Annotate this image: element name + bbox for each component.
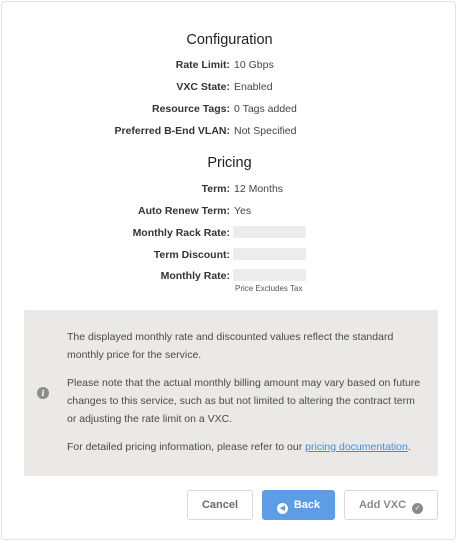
monthly-rate-label: Monthly Rate: bbox=[160, 270, 230, 282]
term-value: 12 Months bbox=[234, 183, 284, 195]
vxc-state-label: VXC State: bbox=[176, 81, 230, 93]
monthly-rack-rate-label: Monthly Rack Rate: bbox=[132, 227, 230, 239]
resource-tags-label: Resource Tags: bbox=[152, 103, 230, 115]
auto-renew-value: Yes bbox=[234, 205, 252, 217]
price-excludes-tax-note: Price Excludes Tax bbox=[235, 284, 303, 293]
term-discount-placeholder bbox=[233, 248, 306, 260]
info-icon: i bbox=[37, 387, 49, 399]
b-end-vlan-value: Not Specified bbox=[234, 125, 297, 137]
back-button-label: Back bbox=[293, 499, 321, 511]
pricing-info-box: i The displayed monthly rate and discoun… bbox=[24, 310, 438, 476]
vxc-state-value: Enabled bbox=[234, 81, 273, 93]
monthly-rate-placeholder bbox=[233, 269, 306, 281]
config-row-rate-limit: Rate Limit: 10 Gbps bbox=[2, 58, 457, 72]
cancel-button[interactable]: Cancel bbox=[187, 490, 253, 520]
b-end-vlan-label: Preferred B-End VLAN: bbox=[114, 125, 230, 137]
rate-limit-label: Rate Limit: bbox=[175, 59, 230, 71]
add-vxc-button[interactable]: Add VXC ✓ bbox=[344, 490, 438, 520]
info-paragraph-standard-price: The displayed monthly rate and discounte… bbox=[67, 331, 394, 361]
pricing-row-monthly-rack-rate: Monthly Rack Rate: bbox=[2, 226, 457, 240]
arrow-left-circle-icon: ◀ bbox=[276, 503, 288, 514]
pricing-row-term-discount: Term Discount: bbox=[2, 248, 457, 262]
info-doc-suffix: . bbox=[407, 441, 411, 453]
pricing-row-auto-renew: Auto Renew Term: Yes bbox=[2, 204, 457, 218]
auto-renew-label: Auto Renew Term: bbox=[138, 205, 230, 217]
configuration-title: Configuration bbox=[186, 32, 273, 48]
cancel-button-label: Cancel bbox=[201, 499, 239, 511]
back-button[interactable]: ◀ Back bbox=[262, 490, 335, 520]
pricing-row-term: Term: 12 Months bbox=[2, 182, 457, 196]
vxc-summary-panel: Configuration Rate Limit: 10 Gbps VXC St… bbox=[1, 1, 456, 540]
term-discount-label: Term Discount: bbox=[153, 249, 230, 261]
check-circle-icon: ✓ bbox=[412, 503, 424, 514]
resource-tags-value: 0 Tags added bbox=[234, 103, 297, 115]
config-row-resource-tags: Resource Tags: 0 Tags added bbox=[2, 102, 457, 116]
rate-limit-value: 10 Gbps bbox=[234, 59, 274, 71]
info-doc-prefix: For detailed pricing information, please… bbox=[67, 441, 306, 453]
pricing-row-monthly-rate: Monthly Rate: bbox=[2, 269, 457, 283]
pricing-title: Pricing bbox=[207, 155, 252, 171]
info-paragraph-billing-variance: Please note that the actual monthly bill… bbox=[67, 377, 421, 425]
term-label: Term: bbox=[201, 183, 230, 195]
config-row-vxc-state: VXC State: Enabled bbox=[2, 80, 457, 94]
config-row-b-end-vlan: Preferred B-End VLAN: Not Specified bbox=[2, 124, 457, 138]
add-vxc-button-label: Add VXC bbox=[358, 499, 407, 511]
info-paragraph-documentation: For detailed pricing information, please… bbox=[67, 438, 427, 456]
monthly-rack-rate-placeholder bbox=[233, 226, 306, 238]
pricing-documentation-link[interactable]: pricing documentation bbox=[305, 441, 408, 453]
